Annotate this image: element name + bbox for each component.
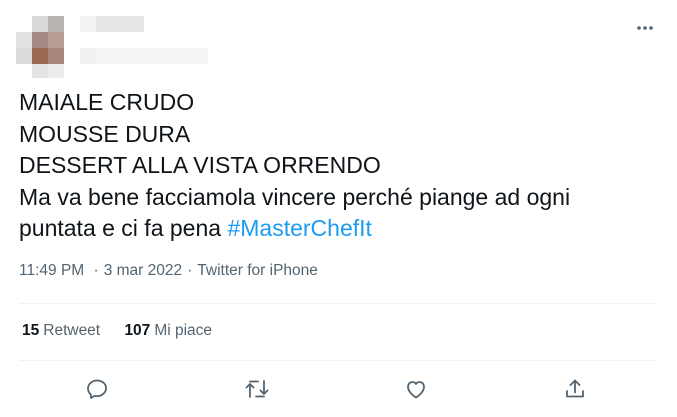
divider (19, 360, 655, 361)
retweet-icon (245, 380, 269, 398)
author-handle[interactable] (80, 48, 208, 64)
tweet-text-line: Ma va bene facciamola vincere perché pia… (19, 183, 571, 210)
author-name[interactable] (80, 16, 144, 32)
share-button[interactable] (560, 374, 590, 404)
likes-count: 107 (124, 322, 151, 339)
tweet-card: MAIALE CRUDO MOUSSE DURA DESSERT ALLA VI… (0, 0, 677, 417)
like-button[interactable] (401, 374, 431, 404)
tweet-text-fragment: puntata e ci fa pena (19, 215, 222, 241)
likes-stat[interactable]: 107 Mi piace (124, 322, 212, 340)
retweets-count: 15 (22, 322, 40, 339)
retweets-label: Retweet (43, 322, 101, 339)
tweet-time-link[interactable]: 11:49 PM · 3 mar 2022 (19, 262, 182, 279)
reply-button[interactable] (82, 374, 112, 404)
reply-icon (87, 379, 107, 399)
more-horizontal-icon (637, 26, 653, 30)
tweet-text-line: MOUSSE DURA (19, 120, 191, 147)
tweet-source-link[interactable]: Twitter for iPhone (197, 262, 318, 279)
avatar[interactable] (16, 16, 66, 78)
heart-icon (407, 381, 425, 399)
hashtag-link[interactable]: #MasterChefIt (227, 215, 371, 241)
tweet-meta: 11:49 PM · 3 mar 2022 · Twitter for iPhone (19, 262, 318, 280)
retweets-stat[interactable]: 15 Retweet (22, 322, 100, 340)
tweet-stats: 15 Retweet 107 Mi piace (22, 322, 212, 340)
share-icon (566, 379, 584, 398)
retweet-button[interactable] (242, 374, 272, 404)
tweet-date: 3 mar 2022 (103, 262, 183, 279)
more-options-button[interactable] (632, 19, 658, 37)
tweet-text-line: puntata e ci fa pena #MasterChefIt (19, 213, 659, 245)
tweet-text: MAIALE CRUDO MOUSSE DURA DESSERT ALLA VI… (19, 87, 659, 245)
tweet-text-line: MAIALE CRUDO (19, 89, 195, 115)
divider (19, 303, 655, 304)
action-bar (0, 374, 677, 404)
likes-label: Mi piace (154, 322, 213, 339)
tweet-text-line: DESSERT ALLA VISTA ORRENDO (19, 152, 381, 178)
meta-separator: · (187, 262, 193, 279)
tweet-time: 11:49 PM (19, 262, 85, 279)
meta-separator: · (93, 262, 99, 279)
